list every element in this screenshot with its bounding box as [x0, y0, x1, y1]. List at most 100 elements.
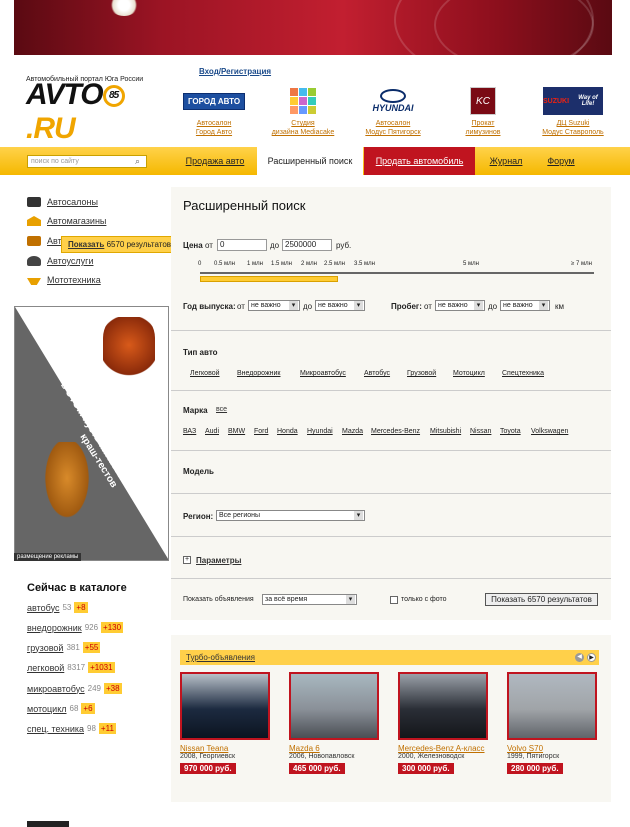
mileage-to-select[interactable]: не важно [500, 300, 550, 311]
make-option[interactable]: Honda [277, 428, 298, 435]
make-option[interactable]: Hyundai [307, 428, 333, 435]
year-from-select[interactable]: не важно [248, 300, 300, 311]
make-option[interactable]: BMW [228, 428, 245, 435]
turbo-card[interactable]: Mazda 6 2006, Новопавловск 465 000 руб. [289, 672, 379, 774]
price-slider-range[interactable] [200, 276, 338, 282]
type-option[interactable]: Внедорожник [237, 370, 280, 377]
type-label: Тип авто [183, 348, 218, 357]
auto-icon [27, 236, 41, 246]
moto-icon [27, 278, 41, 285]
child-seat-image [103, 317, 155, 387]
make-option[interactable]: Toyota [500, 428, 521, 435]
scale-tick: 2 млн [301, 261, 317, 267]
catalog-title: Сейчас в каталоге [27, 582, 127, 594]
region-label: Регион: [183, 512, 214, 521]
catalog-row[interactable]: микроавтобус 249 +38 [27, 683, 122, 694]
make-option[interactable]: Nissan [470, 428, 491, 435]
make-option[interactable]: Mercedes-Benz [371, 428, 420, 435]
make-all-link[interactable]: все [216, 406, 227, 413]
results-tooltip[interactable]: Показать 6570 результатов [61, 236, 179, 253]
price-to-input[interactable]: 2500000 [282, 239, 332, 251]
photo-only-checkbox[interactable] [390, 596, 398, 604]
price-slider-track[interactable] [200, 272, 594, 274]
next-arrow-icon[interactable]: ▶ [587, 653, 596, 662]
make-option[interactable]: Ford [254, 428, 268, 435]
divider [171, 578, 611, 579]
type-option[interactable]: Микроавтобус [300, 370, 346, 377]
make-option[interactable]: ВАЗ [183, 428, 196, 435]
turbo-card[interactable]: Mercedes-Benz A-класс 2000, Железноводск… [398, 672, 488, 774]
top-banner[interactable] [14, 0, 612, 55]
car-photo[interactable] [180, 672, 270, 740]
model-label: Модель [183, 467, 214, 476]
nav-sale[interactable]: Продажа авто [181, 147, 249, 175]
type-option[interactable]: Автобус [364, 370, 390, 377]
car-photo[interactable] [507, 672, 597, 740]
nav-journal[interactable]: Журнал [483, 147, 529, 175]
nav-forum[interactable]: Форум [538, 147, 584, 175]
period-select[interactable]: за всё время [262, 594, 357, 605]
ad-block[interactable]: в ЭТОМ пусть катаются манекены краш-тест… [14, 306, 169, 561]
hyundai-icon [380, 89, 406, 103]
region-select[interactable]: Все регионы [216, 510, 365, 521]
site-logo[interactable]: AVTO 85.RU Автомобильный портал Юга Росси… [26, 76, 162, 145]
car-name[interactable]: Mazda 6 [289, 744, 379, 753]
car-name[interactable]: Volvo S70 [507, 744, 597, 753]
prev-arrow-icon[interactable]: ◀ [575, 653, 584, 662]
catalog-row[interactable]: грузовой 381 +55 [27, 642, 101, 653]
page-title: Расширенный поиск [183, 198, 306, 213]
price-from-input[interactable]: 0 [217, 239, 267, 251]
make-option[interactable]: Audi [205, 428, 219, 435]
catalog-row[interactable]: мотоцикл 68 +6 [27, 703, 95, 714]
sidebar-item-services[interactable]: Автоуслуги [27, 256, 93, 266]
car-name[interactable]: Nissan Teana [180, 744, 270, 753]
type-option[interactable]: Спецтехника [502, 370, 544, 377]
limousine-logo: KC [470, 87, 496, 115]
type-option[interactable]: Грузовой [407, 370, 436, 377]
partner-limousine[interactable]: KC Прокат лимузинов [443, 86, 523, 137]
params-toggle[interactable]: Параметры [196, 556, 241, 565]
turbo-title-link[interactable]: Турбо-объявления [186, 653, 255, 662]
catalog-row[interactable]: спец. техника 98 +11 [27, 723, 116, 734]
nav-sell-car[interactable]: Продать автомобиль [364, 147, 475, 175]
mileage-from-select[interactable]: не важно [435, 300, 485, 311]
search-icon[interactable]: ⌕ [135, 156, 140, 167]
spacer [171, 620, 611, 635]
expand-icon[interactable]: + [183, 556, 191, 564]
sidebar-item-dealers[interactable]: Автосалоны [27, 197, 98, 207]
flower-decoration [109, 0, 139, 16]
partner-hyundai[interactable]: HYUNDAI Автосалон Модус Пятигорск [353, 86, 433, 137]
year-to-select[interactable]: не важно [315, 300, 365, 311]
turbo-card[interactable]: Volvo S70 1999, Пятигорск 280 000 руб. [507, 672, 597, 774]
sidebar-item-moto[interactable]: Мототехника [27, 275, 101, 285]
car-photo[interactable] [398, 672, 488, 740]
divider [171, 536, 611, 537]
nav-advanced-search[interactable]: Расширенный поиск [257, 147, 363, 175]
catalog-row[interactable]: внедорожник 926 +130 [27, 622, 124, 633]
show-results-button[interactable]: Показать 6570 результатов [485, 593, 598, 606]
car-photo[interactable] [289, 672, 379, 740]
partner-mediacake[interactable]: Студия дизайна Mediacake [263, 86, 343, 137]
make-option[interactable]: Volkswagen [531, 428, 568, 435]
type-option[interactable]: Мотоцикл [453, 370, 485, 377]
sidebar-item-shops[interactable]: Автомагазины [27, 216, 106, 226]
make-option[interactable]: Mazda [342, 428, 363, 435]
scale-tick: 0 [198, 261, 202, 267]
site-search-input[interactable]: поиск по сайту [27, 155, 147, 168]
car-desc: 2000, Железноводск [398, 753, 465, 760]
partner-gorod-avto[interactable]: ГОРОД АВТО Автосалон Город Авто [174, 86, 254, 137]
suzuki-logo: SUZUKI Way of Life! [543, 87, 603, 115]
turbo-card[interactable]: Nissan Teana 2008, Георгиевск 970 000 ру… [180, 672, 270, 774]
make-option[interactable]: Mitsubishi [430, 428, 461, 435]
catalog-row[interactable]: автобус 53 +8 [27, 602, 88, 613]
ad-label[interactable]: размещение рекламы [14, 553, 82, 561]
scale-tick: 0.5 млн [214, 261, 235, 267]
catalog-row[interactable]: легковой 8317 +1031 [27, 662, 115, 673]
partner-suzuki[interactable]: SUZUKI Way of Life! ДЦ Suzuki Модус Ставро… [533, 86, 613, 137]
type-option[interactable]: Легковой [190, 370, 220, 377]
car-name[interactable]: Mercedes-Benz A-класс [398, 744, 488, 753]
divider [171, 330, 611, 331]
turbo-header: Турбо-объявления [180, 650, 599, 665]
price-label: Цена [183, 241, 203, 250]
login-link[interactable]: Вход/Регистрация [199, 67, 271, 76]
